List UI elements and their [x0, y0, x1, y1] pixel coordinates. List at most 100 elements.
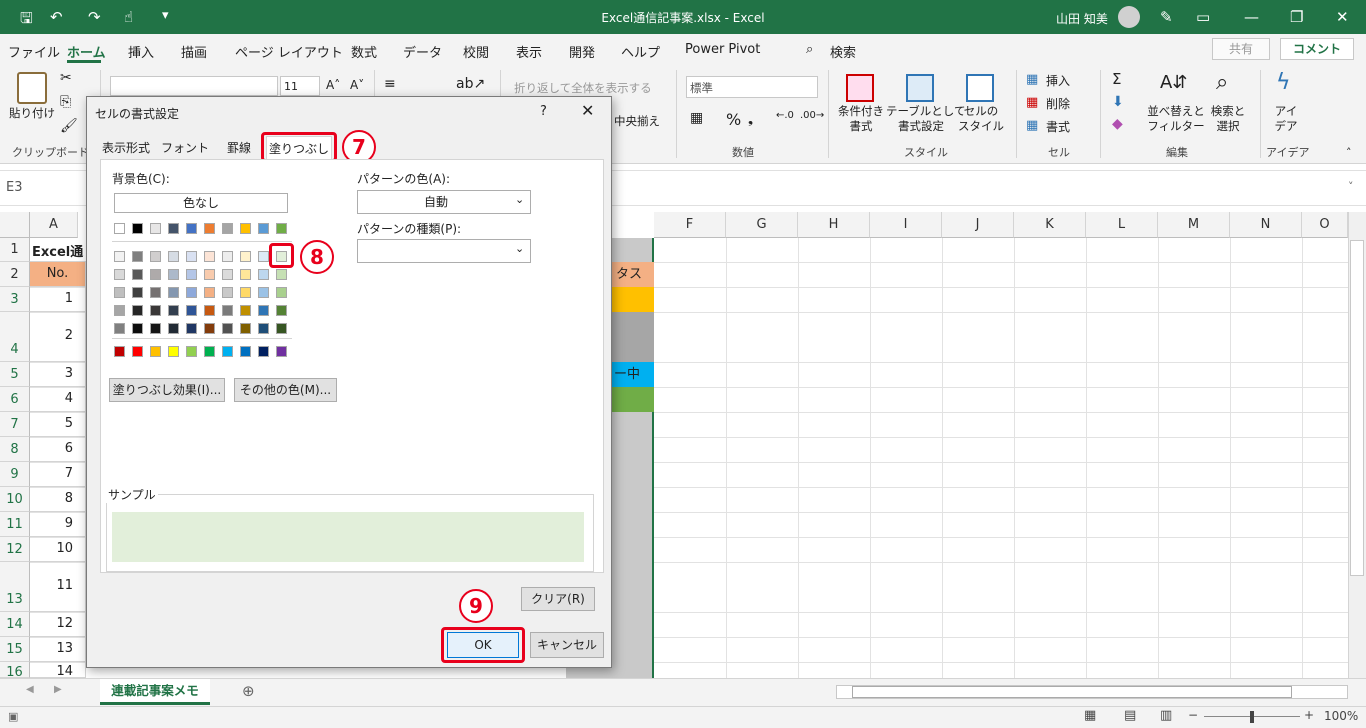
color-swatch[interactable] [186, 287, 197, 298]
color-swatch[interactable] [114, 305, 125, 316]
chevron-down-icon[interactable]: ⌄ [515, 193, 524, 206]
cell-a2[interactable]: No. [30, 262, 86, 287]
row-header[interactable]: 16 [0, 662, 30, 680]
minimize-icon[interactable]: — [1244, 8, 1259, 26]
page-layout-view-icon[interactable]: ▤ [1124, 708, 1136, 723]
menu-insert[interactable]: 挿入 [128, 42, 154, 61]
tab-border[interactable]: 罫線 [218, 136, 260, 160]
color-swatch[interactable] [150, 223, 161, 234]
color-swatch[interactable] [222, 251, 233, 262]
scroll-left-icon[interactable]: ◀ [26, 684, 34, 695]
font-size-box[interactable]: 11 [280, 76, 320, 96]
chevron-down-icon[interactable]: ⌄ [515, 242, 524, 255]
column-header-k[interactable]: K [1014, 212, 1086, 238]
menu-file[interactable]: ファイル [8, 42, 60, 61]
fill-effects-button[interactable]: 塗りつぶし効果(I)... [109, 378, 225, 402]
number-format-box[interactable]: 標準 [686, 76, 818, 98]
cell-a1[interactable]: Excel通 [30, 238, 90, 262]
column-header-i[interactable]: I [870, 212, 942, 238]
color-swatch[interactable] [204, 287, 215, 298]
row-header[interactable]: 1 [0, 238, 30, 262]
row-header[interactable]: 11 [0, 512, 30, 537]
normal-view-icon[interactable]: ▦ [1084, 708, 1096, 723]
row-header[interactable]: 3 [0, 287, 30, 312]
color-swatch[interactable] [150, 269, 161, 280]
ribbon-display-icon[interactable]: ▭ [1196, 8, 1210, 26]
cell-styles-button[interactable]: セルの スタイル [952, 104, 1010, 134]
column-header-o[interactable]: O [1302, 212, 1348, 238]
color-swatch[interactable] [132, 223, 143, 234]
row-header[interactable]: 2 [0, 262, 30, 287]
color-swatch[interactable] [186, 223, 197, 234]
expand-formula-bar-icon[interactable]: ˅ [1348, 180, 1354, 193]
menu-search[interactable]: 検索 [830, 42, 856, 61]
color-swatch[interactable] [276, 223, 287, 234]
color-swatch[interactable] [240, 287, 251, 298]
color-swatch[interactable] [240, 223, 251, 234]
delete-cells-button[interactable]: 削除 [1046, 95, 1070, 112]
color-swatch[interactable] [186, 251, 197, 262]
menu-help[interactable]: ヘルプ [621, 42, 660, 61]
row-header[interactable]: 8 [0, 437, 30, 462]
color-swatch[interactable] [258, 251, 269, 262]
column-header-n[interactable]: N [1230, 212, 1302, 238]
insert-cells-button[interactable]: 挿入 [1046, 72, 1070, 89]
row-header[interactable]: 13 [0, 562, 30, 612]
menu-power-pivot[interactable]: Power Pivot [685, 42, 760, 57]
search-icon[interactable]: ⌕ [806, 42, 813, 57]
color-swatch[interactable] [150, 251, 161, 262]
cell-e3[interactable] [612, 287, 654, 312]
color-swatch[interactable] [114, 269, 125, 280]
row-header[interactable]: 15 [0, 637, 30, 662]
cell-a14[interactable]: 12 [30, 612, 86, 637]
grow-font-icon[interactable]: A˄ [326, 78, 340, 92]
color-swatch[interactable] [240, 346, 251, 357]
page-break-view-icon[interactable]: ▥ [1160, 708, 1172, 723]
color-swatch[interactable] [240, 269, 251, 280]
cell-a6[interactable]: 4 [30, 387, 86, 412]
color-swatch[interactable] [132, 305, 143, 316]
color-swatch[interactable] [114, 287, 125, 298]
cell-a3[interactable]: 1 [30, 287, 86, 312]
sort-filter-button[interactable]: 並べ替えと フィルター [1146, 104, 1206, 134]
cell-a15[interactable]: 13 [30, 637, 86, 662]
zoom-slider-handle[interactable] [1250, 711, 1254, 723]
cell-a9[interactable]: 7 [30, 462, 86, 487]
select-all-corner[interactable] [0, 212, 30, 238]
merge-center-button[interactable]: 中央揃え [614, 113, 660, 129]
cell-a8[interactable]: 6 [30, 437, 86, 462]
color-swatch[interactable] [150, 287, 161, 298]
color-swatch[interactable] [114, 251, 125, 262]
menu-formulas[interactable]: 数式 [351, 42, 377, 61]
color-swatch[interactable] [114, 323, 125, 334]
color-swatch[interactable] [222, 269, 233, 280]
orientation-icon[interactable]: ab↗ [456, 76, 485, 92]
row-header[interactable]: 9 [0, 462, 30, 487]
pattern-color-select[interactable]: 自動 [357, 190, 531, 214]
collapse-ribbon-icon[interactable]: ˄ [1346, 146, 1352, 159]
sheet-tab-active[interactable]: 連載記事案メモ [100, 679, 210, 705]
align-top-icon[interactable]: ≡ [384, 76, 396, 92]
cell-a10[interactable]: 8 [30, 487, 86, 512]
more-colors-button[interactable]: その他の色(M)... [234, 378, 337, 402]
row-header[interactable]: 10 [0, 487, 30, 512]
scroll-right-icon[interactable]: ▶ [54, 684, 62, 695]
cancel-button[interactable]: キャンセル [530, 632, 604, 658]
percent-icon[interactable]: % [726, 110, 741, 129]
share-button[interactable]: 共有 [1212, 38, 1270, 60]
decrease-decimal-icon[interactable]: .00→ [800, 110, 824, 121]
format-cells-button[interactable]: 書式 [1046, 118, 1070, 135]
autosum-icon[interactable]: Σ [1112, 70, 1121, 88]
menu-view[interactable]: 表示 [516, 42, 542, 61]
font-name-box[interactable] [110, 76, 278, 96]
color-swatch[interactable] [222, 323, 233, 334]
color-swatch[interactable] [276, 346, 287, 357]
row-header[interactable]: 5 [0, 362, 30, 387]
color-swatch[interactable] [132, 287, 143, 298]
color-swatch[interactable] [168, 305, 179, 316]
cell-e4[interactable] [612, 312, 654, 362]
close-icon[interactable]: ✕ [1336, 8, 1349, 26]
no-color-button[interactable]: 色なし [114, 193, 288, 213]
vertical-scroll-thumb[interactable] [1350, 240, 1364, 576]
color-swatch[interactable] [168, 287, 179, 298]
